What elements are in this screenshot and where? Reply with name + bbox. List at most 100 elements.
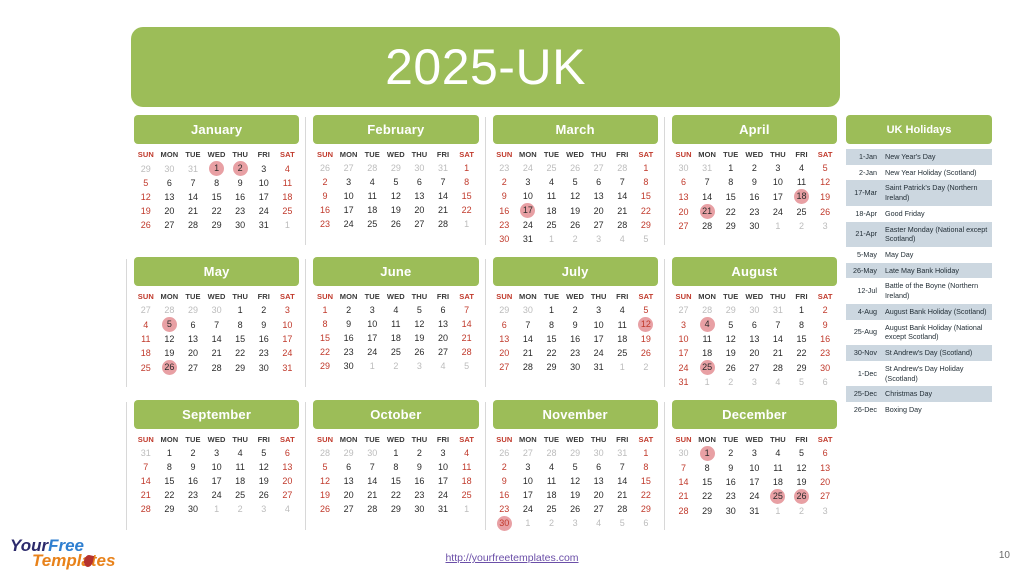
day-cell: 6 xyxy=(751,319,757,330)
day-cell: 20 xyxy=(593,205,604,216)
day-cell-holiday: 2 xyxy=(228,161,252,176)
week-row: 21 22 23 24 25 26 27 xyxy=(134,488,299,502)
day-cell: 1 xyxy=(704,377,710,388)
day-cell: 21 xyxy=(367,489,378,500)
day-cell: 31 xyxy=(678,377,689,388)
week-row: 27 28 29 30 31 1 2 xyxy=(493,360,658,374)
weekday-thu: THU xyxy=(232,292,249,302)
day-cell: 22 xyxy=(725,206,736,217)
holidays-header: UK Holidays xyxy=(846,115,992,144)
weekday-wed: WED xyxy=(386,150,405,159)
weekday-header-row: SUN MON TUE WED THU FRI SAT xyxy=(493,434,658,446)
day-cell: 12 xyxy=(570,475,581,486)
day-cell: 4 xyxy=(548,461,554,472)
day-cell: 4 xyxy=(464,447,470,458)
holiday-date: 1-Dec xyxy=(846,360,882,387)
day-cell: 2 xyxy=(799,505,805,516)
week-row: 6 7 8 9 10 11 12 xyxy=(493,317,658,333)
day-cell-holiday: 25 xyxy=(695,360,719,376)
day-cell: 26 xyxy=(140,220,151,230)
day-cell: 9 xyxy=(346,319,352,330)
holiday-name: Late May Bank Holiday xyxy=(882,262,992,279)
day-cell: 19 xyxy=(796,476,807,487)
day-cell: 18 xyxy=(282,192,293,202)
day-cell: 21 xyxy=(461,333,472,344)
day-cell: 20 xyxy=(499,348,510,359)
month-table: SUN MON TUE WED THU FRI SAT 28 29 30 1 2 3 4 5 6 7 8 9 10 11… xyxy=(313,434,478,516)
day-cell: 1 xyxy=(166,447,172,458)
day-cell: 24 xyxy=(522,163,533,173)
holidays-title: UK Holidays xyxy=(886,123,952,136)
day-cell: 30 xyxy=(367,447,378,458)
day-cell: 3 xyxy=(751,448,757,459)
holiday-highlight: 1 xyxy=(699,445,715,461)
day-cell: 23 xyxy=(570,348,581,359)
day-cell: 30 xyxy=(164,163,175,174)
holiday-row: 1-Jan New Year's Day xyxy=(846,149,992,165)
day-cell: 23 xyxy=(235,206,246,216)
day-cell: 14 xyxy=(702,191,713,202)
weekday-mon: MON xyxy=(518,292,537,302)
weekday-tue: TUE xyxy=(185,150,201,159)
title-banner: 2025-UK xyxy=(131,27,840,107)
day-cell: 21 xyxy=(438,205,449,215)
day-cell-holiday: 21 xyxy=(695,204,719,219)
weekday-sun: SUN xyxy=(137,434,154,444)
month-table: SUN MON TUE WED THU FRI SAT 29 30 31 1 2 3 4 5 6 7 8 9 10 11… xyxy=(134,149,299,232)
day-cell: 28 xyxy=(367,163,378,173)
week-row: 23 24 25 26 27 28 1 xyxy=(493,161,658,175)
week-row: 2 3 4 5 6 7 8 xyxy=(313,175,478,189)
day-cell: 11 xyxy=(235,461,245,472)
week-row: 1 2 3 4 5 6 7 xyxy=(313,303,478,317)
day-cell: 30 xyxy=(211,305,222,316)
day-cell: 7 xyxy=(369,461,375,472)
weekday-fri: FRI xyxy=(257,292,270,302)
week-row: 26 27 28 29 30 31 1 xyxy=(493,446,658,460)
month-name: March xyxy=(555,122,595,137)
day-cell: 13 xyxy=(343,475,354,486)
day-cell: 2 xyxy=(346,305,352,316)
day-cell: 12 xyxy=(258,461,269,472)
page-title: 2025-UK xyxy=(385,39,586,95)
day-cell: 9 xyxy=(501,475,507,486)
week-row: 5 6 7 8 9 10 11 xyxy=(134,176,299,190)
weekday-sat: SAT xyxy=(638,434,654,444)
week-row: 8 9 10 11 12 13 14 xyxy=(313,317,478,331)
month-name: September xyxy=(182,406,252,422)
weekday-wed: WED xyxy=(207,434,226,444)
day-cell: 4 xyxy=(619,234,625,244)
week-row: 3 4 5 6 7 8 9 xyxy=(672,317,837,333)
month-header: July xyxy=(492,257,658,287)
weekday-header-row: SUN MON TUE WED THU FRI SAT xyxy=(493,291,658,303)
day-cell-holiday: 17 xyxy=(516,203,540,218)
day-cell: 15 xyxy=(796,334,807,345)
day-cell: 26 xyxy=(390,219,401,229)
day-cell: 10 xyxy=(258,178,269,188)
day-cell: 21 xyxy=(617,205,628,216)
weekday-thu: THU xyxy=(590,150,607,159)
holiday-row: 26-Dec Boxing Day xyxy=(846,401,992,418)
day-cell: 24 xyxy=(678,362,689,373)
day-cell: 10 xyxy=(678,334,689,345)
day-cell: 4 xyxy=(775,377,781,388)
day-cell: 22 xyxy=(461,205,472,215)
day-cell: 18 xyxy=(546,489,557,500)
day-cell: 30 xyxy=(749,221,760,231)
weekday-sat: SAT xyxy=(817,292,833,302)
week-row: 19 20 21 22 23 24 25 xyxy=(313,488,478,502)
weekday-header-row: SUN MON TUE WED THU FRI SAT xyxy=(672,149,837,161)
weekday-thu: THU xyxy=(411,150,428,159)
day-cell: 30 xyxy=(725,505,736,516)
day-cell: 16 xyxy=(499,489,510,500)
weekday-thu: THU xyxy=(590,292,607,302)
day-cell: 4 xyxy=(775,448,781,459)
holiday-date: 12-Jul xyxy=(846,278,882,304)
week-row: 31 1 2 3 4 5 6 xyxy=(672,375,837,389)
footer-url-link[interactable]: http://yourfreetemplates.com xyxy=(0,552,1024,564)
day-cell: 17 xyxy=(258,192,269,202)
weekday-sun: SUN xyxy=(675,150,692,159)
day-cell: 29 xyxy=(320,361,331,372)
day-cell: 31 xyxy=(140,447,151,458)
day-cell: 19 xyxy=(570,205,581,216)
week-row: 30 1 2 3 4 5 6 xyxy=(672,445,837,461)
